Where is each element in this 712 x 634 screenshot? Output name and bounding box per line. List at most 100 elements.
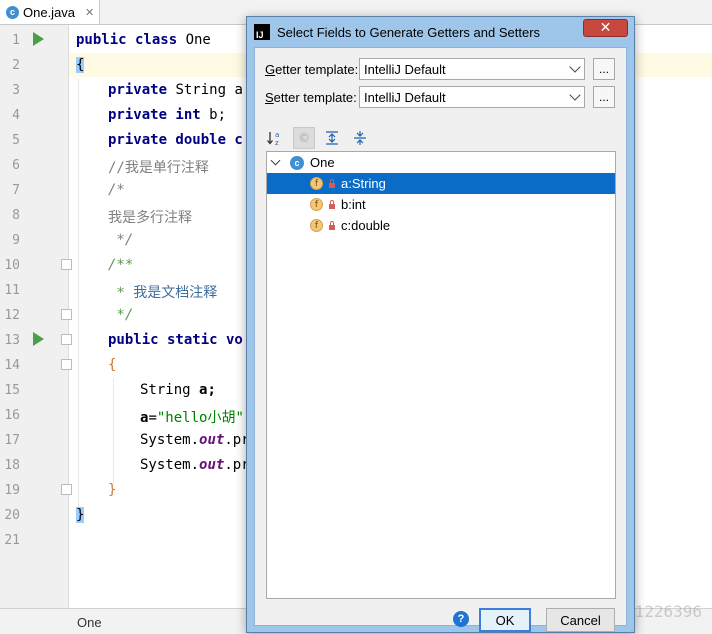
- doc-comment: */: [108, 307, 134, 323]
- chevron-down-icon[interactable]: [270, 155, 281, 166]
- svg-text:z: z: [275, 139, 279, 146]
- cancel-button[interactable]: Cancel: [546, 608, 615, 632]
- field-icon: f: [310, 219, 323, 232]
- code-line[interactable]: a="hello小胡": [140, 407, 244, 427]
- dialog-title-bar[interactable]: IJ Select Fields to Generate Getters and…: [247, 17, 634, 47]
- getter-template-label: Getter template:: [265, 61, 359, 77]
- code-text: String a: [175, 82, 243, 98]
- fold-icon[interactable]: [61, 484, 72, 495]
- fold-icon[interactable]: [61, 334, 72, 345]
- tree-node-field[interactable]: f b:int: [267, 194, 615, 215]
- line-number: 1: [12, 33, 20, 48]
- close-tab-icon[interactable]: ✕: [85, 6, 94, 19]
- tree-node-class[interactable]: c One: [267, 152, 615, 173]
- field-icon: f: [310, 177, 323, 190]
- help-icon[interactable]: ?: [453, 611, 469, 627]
- tab-one-java[interactable]: c One.java ✕: [0, 0, 100, 24]
- setter-template-select[interactable]: IntelliJ Default: [359, 86, 585, 108]
- ok-button[interactable]: OK: [479, 608, 531, 632]
- code-line[interactable]: private String a: [108, 82, 243, 98]
- line-number: 14: [4, 358, 20, 373]
- line-number: 7: [12, 183, 20, 198]
- code-text: System.: [140, 432, 200, 448]
- code-line[interactable]: private double c: [108, 132, 243, 148]
- fold-icon[interactable]: [61, 359, 72, 370]
- line-number: 16: [4, 408, 20, 423]
- code-line[interactable]: //我是单行注释: [108, 157, 209, 177]
- setter-template-row: Setter template: IntelliJ Default ...: [265, 86, 620, 108]
- brace: }: [108, 482, 117, 498]
- line-number: 9: [12, 233, 20, 248]
- line-number: 13: [4, 333, 20, 348]
- code-line[interactable]: System.out.pr: [140, 457, 250, 473]
- code-line[interactable]: private int b;: [108, 107, 226, 123]
- private-lock-icon: [329, 200, 335, 209]
- line-number: 21: [4, 533, 20, 548]
- svg-text:a: a: [275, 131, 279, 139]
- setter-template-label: Setter template:: [265, 89, 357, 105]
- private-lock-icon: [329, 221, 335, 230]
- run-main-icon[interactable]: [33, 332, 44, 346]
- java-class-icon: c: [6, 5, 19, 19]
- close-button[interactable]: ✕: [583, 19, 628, 37]
- static-field: out: [199, 457, 225, 473]
- code-text: b;: [209, 107, 227, 123]
- fold-icon[interactable]: [61, 309, 72, 320]
- fields-tree[interactable]: c One f a:String f b:int f c:double: [266, 151, 616, 599]
- doc-comment: *: [108, 285, 134, 301]
- code-line[interactable]: */: [108, 232, 133, 248]
- line-number: 15: [4, 383, 20, 398]
- collapse-all-icon[interactable]: [349, 127, 371, 149]
- keyword: private double c: [108, 132, 243, 148]
- code-line[interactable]: }: [76, 507, 85, 523]
- matched-brace: }: [76, 507, 85, 523]
- indent-guide: [78, 78, 79, 508]
- code-line[interactable]: public static vo: [108, 332, 243, 348]
- breadcrumb[interactable]: One: [77, 615, 102, 630]
- code-line[interactable]: System.out.pr: [140, 432, 250, 448]
- chevron-down-icon: [569, 89, 581, 101]
- code-line[interactable]: /**: [108, 257, 133, 273]
- code-line[interactable]: String a;: [140, 382, 216, 398]
- static-field: out: [199, 432, 225, 448]
- comment: //我是单行注释: [108, 160, 209, 176]
- getter-template-browse-button[interactable]: ...: [593, 58, 615, 80]
- line-number: 10: [4, 258, 20, 273]
- comment: */: [108, 232, 134, 248]
- operator: =: [148, 410, 157, 426]
- getter-template-value: IntelliJ Default: [364, 61, 446, 77]
- code-line[interactable]: {: [76, 57, 85, 73]
- sort-alphabetically-icon[interactable]: az: [265, 127, 287, 149]
- line-number: 19: [4, 483, 20, 498]
- show-classes-icon[interactable]: ©: [293, 127, 315, 149]
- getter-template-select[interactable]: IntelliJ Default: [359, 58, 585, 80]
- tab-label: One.java: [23, 4, 76, 20]
- line-number: 18: [4, 458, 20, 473]
- editor-gutter: 1 2 3 4 5 6 7 8 9 10 11 12 13 14 15 16 1…: [0, 25, 72, 608]
- line-number: 5: [12, 133, 20, 148]
- tree-node-field[interactable]: f a:String: [267, 173, 615, 194]
- variable: a;: [199, 382, 216, 398]
- code-line[interactable]: * 我是文档注释: [108, 282, 217, 302]
- private-lock-icon: [329, 179, 335, 188]
- code-line[interactable]: public class One: [76, 32, 211, 48]
- code-line[interactable]: 我是多行注释: [108, 207, 192, 227]
- string-literal: "hello小胡": [156, 410, 244, 426]
- setter-template-value: IntelliJ Default: [364, 89, 446, 105]
- fold-icon[interactable]: [61, 259, 72, 270]
- code-line[interactable]: {: [108, 357, 116, 373]
- keyword: public class: [76, 32, 186, 48]
- getter-template-row: Getter template: IntelliJ Default ...: [265, 58, 620, 80]
- line-number: 8: [12, 208, 20, 223]
- code-line[interactable]: /*: [108, 182, 125, 198]
- doc-comment-text: 我是文档注释: [133, 285, 218, 301]
- keyword: public static vo: [108, 332, 243, 348]
- setter-template-browse-button[interactable]: ...: [593, 86, 615, 108]
- run-class-icon[interactable]: [33, 32, 44, 46]
- intellij-app-icon: IJ: [254, 24, 270, 40]
- code-line[interactable]: */: [108, 307, 133, 323]
- tree-node-field[interactable]: f c:double: [267, 215, 615, 236]
- tree-toolbar: az ©: [265, 127, 377, 149]
- code-line[interactable]: }: [108, 482, 116, 498]
- expand-all-icon[interactable]: [321, 127, 343, 149]
